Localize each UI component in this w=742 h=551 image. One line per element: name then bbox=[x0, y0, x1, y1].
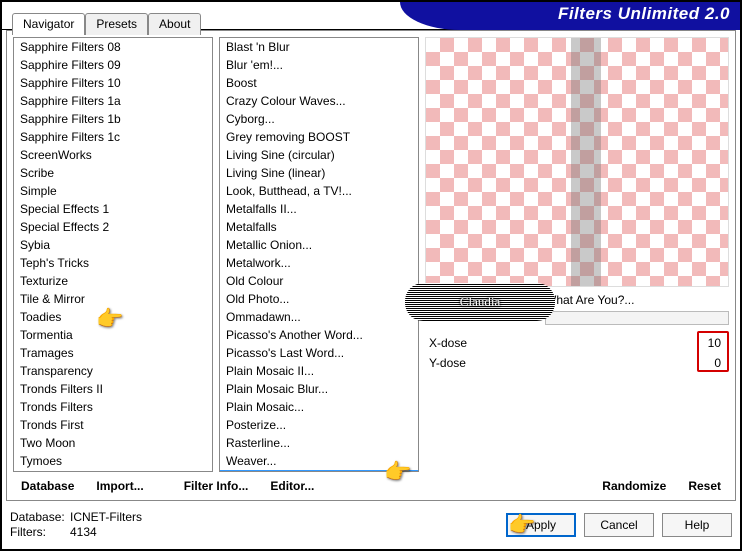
category-item[interactable]: Tronds First bbox=[14, 416, 212, 434]
filter-item[interactable]: Living Sine (linear) bbox=[220, 164, 418, 182]
category-item[interactable]: UnPlugged Colors bbox=[14, 470, 212, 472]
randomize-button[interactable]: Randomize bbox=[594, 477, 674, 495]
category-item[interactable]: Transparency bbox=[14, 362, 212, 380]
category-item[interactable]: ScreenWorks bbox=[14, 146, 212, 164]
filter-item[interactable]: Picasso's Another Word... bbox=[220, 326, 418, 344]
filter-item[interactable]: Posterize... bbox=[220, 416, 418, 434]
category-item[interactable]: Two Moon bbox=[14, 434, 212, 452]
category-item[interactable]: Toadies bbox=[14, 308, 212, 326]
category-item[interactable]: Sapphire Filters 08 bbox=[14, 38, 212, 56]
filter-item[interactable]: Metalwork... bbox=[220, 254, 418, 272]
app-title: Filters Unlimited 2.0 bbox=[558, 4, 730, 24]
category-item[interactable]: Sapphire Filters 1b bbox=[14, 110, 212, 128]
category-item[interactable]: Tronds Filters bbox=[14, 398, 212, 416]
filter-item[interactable]: Boost bbox=[220, 74, 418, 92]
filter-item[interactable]: Living Sine (circular) bbox=[220, 146, 418, 164]
category-item[interactable]: Special Effects 2 bbox=[14, 218, 212, 236]
panel-button-row: Database Import... Filter Info... Editor… bbox=[7, 472, 735, 500]
reset-button[interactable]: Reset bbox=[680, 477, 729, 495]
category-item[interactable]: Simple bbox=[14, 182, 212, 200]
annotation-highlight bbox=[697, 331, 729, 372]
filter-list[interactable]: Blast 'n BlurBlur 'em!...BoostCrazy Colo… bbox=[219, 37, 419, 472]
preview-image bbox=[425, 37, 729, 287]
database-label: Database: bbox=[10, 510, 70, 525]
filters-label: Filters: bbox=[10, 525, 70, 540]
filter-item[interactable]: Weaver... bbox=[220, 452, 418, 470]
selected-filter-name: What Are You?... bbox=[545, 293, 729, 307]
category-item[interactable]: Tymoes bbox=[14, 452, 212, 470]
filter-item[interactable]: Plain Mosaic II... bbox=[220, 362, 418, 380]
filter-item[interactable]: Old Colour bbox=[220, 272, 418, 290]
filter-item[interactable]: Blur 'em!... bbox=[220, 56, 418, 74]
filter-item[interactable]: Picasso's Last Word... bbox=[220, 344, 418, 362]
filter-item[interactable]: Cyborg... bbox=[220, 110, 418, 128]
filter-item[interactable]: Look, Butthead, a TV!... bbox=[220, 182, 418, 200]
filters-count: 4134 bbox=[70, 525, 97, 539]
cancel-button[interactable]: Cancel bbox=[584, 513, 654, 537]
category-item[interactable]: Tile & Mirror bbox=[14, 290, 212, 308]
database-value: ICNET-Filters bbox=[70, 510, 142, 524]
param-row[interactable]: Y-dose0 bbox=[425, 353, 729, 373]
import-button[interactable]: Import... bbox=[88, 477, 151, 495]
category-item[interactable]: Tronds Filters II bbox=[14, 380, 212, 398]
category-item[interactable]: Sapphire Filters 10 bbox=[14, 74, 212, 92]
param-label: Y-dose bbox=[429, 356, 466, 370]
category-item[interactable]: Special Effects 1 bbox=[14, 200, 212, 218]
tab-about[interactable]: About bbox=[148, 13, 201, 35]
apply-button[interactable]: Apply bbox=[506, 513, 576, 537]
category-item[interactable]: Sapphire Filters 1a bbox=[14, 92, 212, 110]
tab-navigator[interactable]: Navigator bbox=[12, 13, 85, 35]
category-item[interactable]: Sapphire Filters 1c bbox=[14, 128, 212, 146]
filter-item[interactable]: What Are You?... bbox=[220, 470, 418, 472]
filter-item[interactable]: Crazy Colour Waves... bbox=[220, 92, 418, 110]
param-label: X-dose bbox=[429, 336, 467, 350]
category-item[interactable]: Scribe bbox=[14, 164, 212, 182]
preview-area: Claudia What Are You?... X-dose10Y-dose0 bbox=[425, 37, 729, 472]
editor-button[interactable]: Editor... bbox=[262, 477, 322, 495]
filter-item[interactable]: Metalfalls II... bbox=[220, 200, 418, 218]
filter-info-button[interactable]: Filter Info... bbox=[176, 477, 257, 495]
navigator-panel: Sapphire Filters 08Sapphire Filters 09Sa… bbox=[6, 30, 736, 501]
parameters-table: X-dose10Y-dose0 bbox=[425, 333, 729, 373]
filter-item[interactable]: Metallic Onion... bbox=[220, 236, 418, 254]
category-item[interactable]: Texturize bbox=[14, 272, 212, 290]
progress-bar bbox=[545, 311, 729, 325]
filter-item[interactable]: Plain Mosaic... bbox=[220, 398, 418, 416]
category-item[interactable]: Tramages bbox=[14, 344, 212, 362]
filter-item[interactable]: Plain Mosaic Blur... bbox=[220, 380, 418, 398]
category-item[interactable]: Sybia bbox=[14, 236, 212, 254]
param-row[interactable]: X-dose10 bbox=[425, 333, 729, 353]
filter-item[interactable]: Ommadawn... bbox=[220, 308, 418, 326]
category-list[interactable]: Sapphire Filters 08Sapphire Filters 09Sa… bbox=[13, 37, 213, 472]
filter-item[interactable]: Blast 'n Blur bbox=[220, 38, 418, 56]
filter-item[interactable]: Old Photo... bbox=[220, 290, 418, 308]
footer: Database:ICNET-Filters Filters:4134 Appl… bbox=[10, 505, 732, 545]
category-item[interactable]: Teph's Tricks bbox=[14, 254, 212, 272]
category-item[interactable]: Sapphire Filters 09 bbox=[14, 56, 212, 74]
database-button[interactable]: Database bbox=[13, 477, 82, 495]
tab-strip: Navigator Presets About bbox=[12, 12, 201, 34]
filter-item[interactable]: Rasterline... bbox=[220, 434, 418, 452]
filter-item[interactable]: Metalfalls bbox=[220, 218, 418, 236]
tab-presets[interactable]: Presets bbox=[85, 13, 148, 35]
help-button[interactable]: Help bbox=[662, 513, 732, 537]
watermark-logo: Claudia bbox=[405, 283, 555, 321]
category-item[interactable]: Tormentia bbox=[14, 326, 212, 344]
filter-item[interactable]: Grey removing BOOST bbox=[220, 128, 418, 146]
